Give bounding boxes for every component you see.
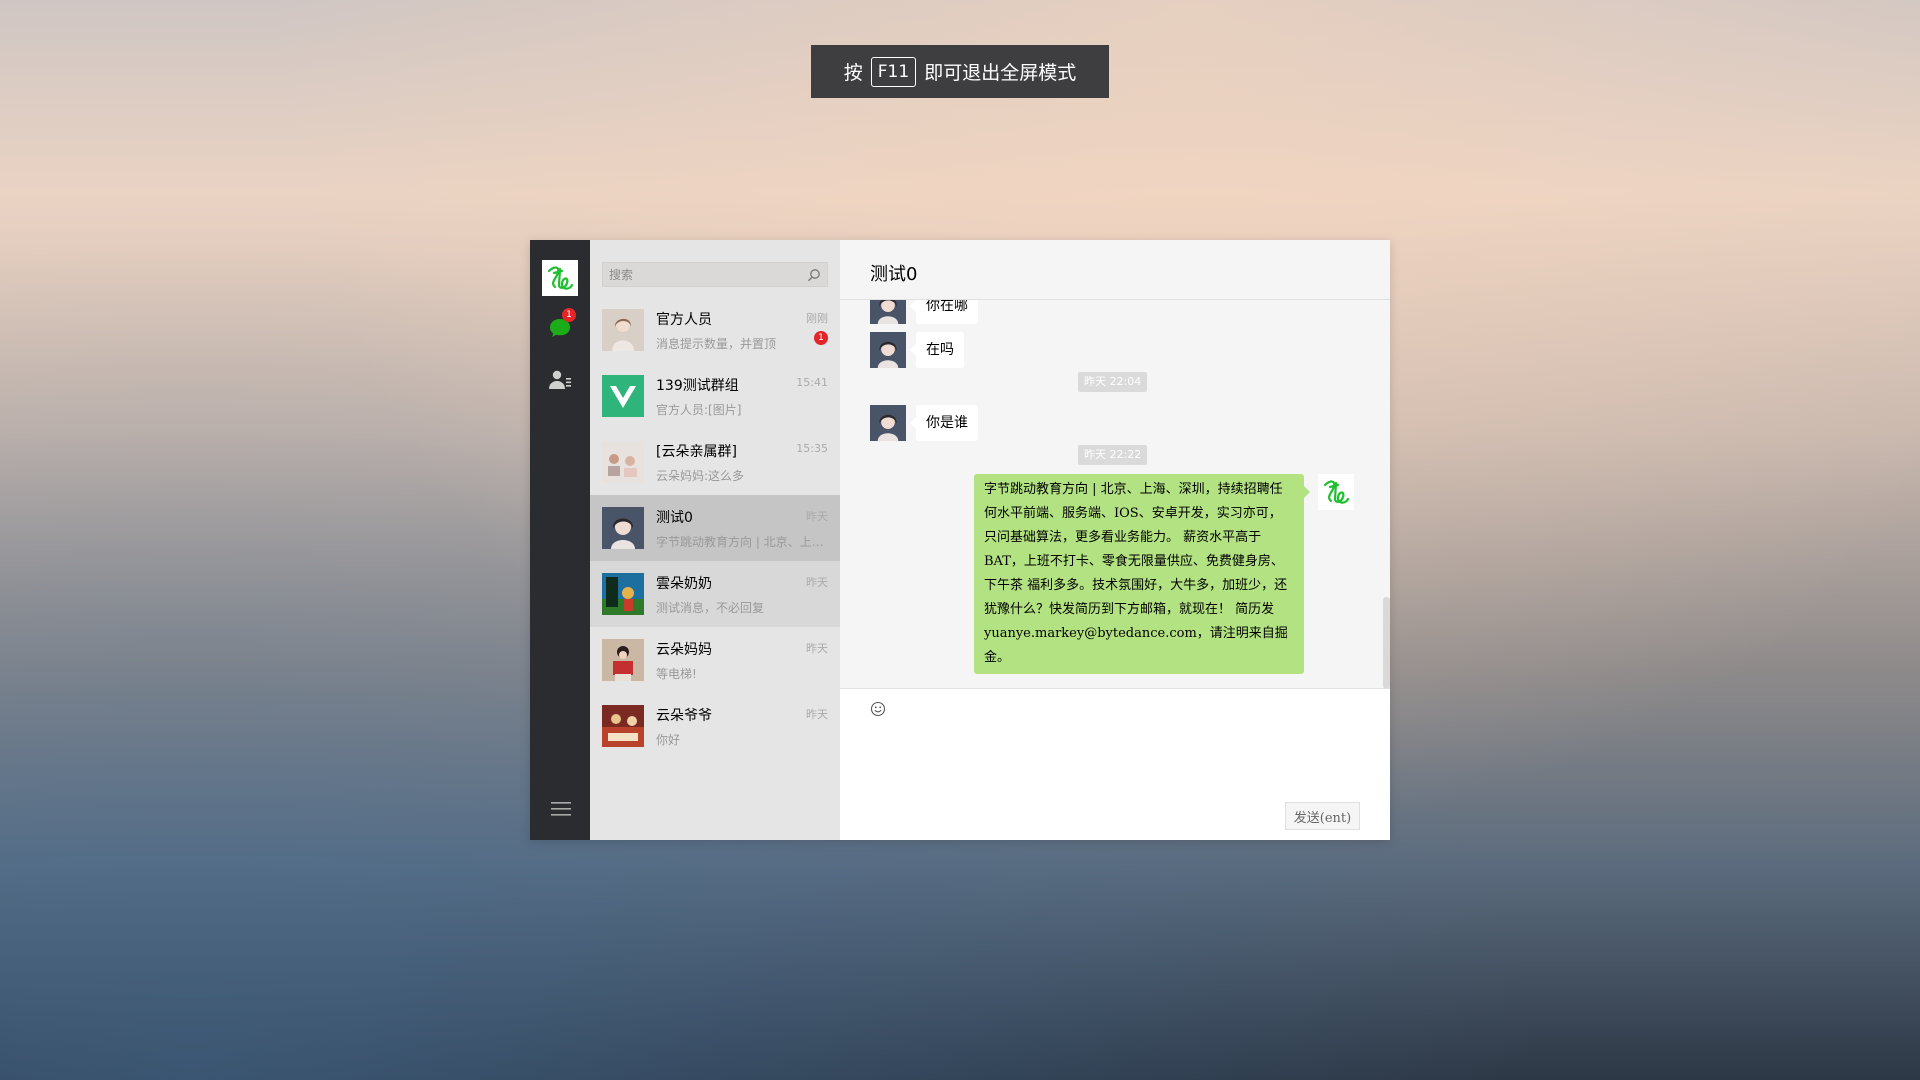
- toast-suffix: 即可退出全屏模式: [924, 62, 1077, 84]
- message-bubble: 在吗: [910, 332, 964, 368]
- search-box: [602, 262, 828, 287]
- search-icon[interactable]: [807, 268, 821, 282]
- chat-item-preview: 字节跳动教育方向 | 北京、上海、深圳，持续招聘: [656, 534, 828, 549]
- conversation-panel: 测试0 你在哪 在吗 昨天 22:04 你是谁 昨天 22:22 字节跳动教育方…: [840, 240, 1390, 840]
- toast-key: F11: [870, 56, 917, 87]
- emoji-icon: [870, 701, 886, 717]
- received-message: 在吗: [870, 332, 964, 368]
- vue-logo-avatar: [602, 375, 644, 417]
- chat-item-time: 15:41: [796, 376, 828, 389]
- chat-item-time: 刚刚: [806, 312, 828, 325]
- chat-list-item[interactable]: [云朵亲属群] 云朵妈妈:这么多 15:35: [590, 429, 840, 495]
- search-input[interactable]: [609, 267, 807, 282]
- chat-list-item[interactable]: 云朵爷爷 你好 昨天: [590, 693, 840, 759]
- received-message: 你是谁: [870, 405, 978, 441]
- contact-avatar: [602, 573, 644, 615]
- composer[interactable]: 发送(ent): [840, 689, 1390, 840]
- wechat-window: 1 搜索 官方人员 消息提示数量，并置顶 刚刚 1 139测试群组 官方人员:[…: [530, 240, 1390, 840]
- chat-item-preview: 测试消息，不必回复: [656, 600, 765, 615]
- chat-item-time: 昨天: [806, 510, 828, 523]
- received-message: 你在哪: [870, 300, 978, 324]
- signature-logo-icon: [547, 266, 574, 290]
- nav-rail: 1: [530, 240, 590, 840]
- chat-item-preview: 官方人员:[图片]: [656, 402, 742, 417]
- emoji-button[interactable]: [870, 701, 886, 721]
- chat-item-time: 15:35: [796, 442, 828, 455]
- send-button[interactable]: 发送(ent): [1285, 802, 1360, 830]
- chat-item-preview: 等电梯!: [656, 666, 697, 681]
- chat-item-time: 昨天: [806, 576, 828, 589]
- chat-list-item[interactable]: 雲朵奶奶 测试消息，不必回复 昨天: [590, 561, 840, 627]
- chat-list-item[interactable]: 云朵妈妈 等电梯! 昨天: [590, 627, 840, 693]
- chat-item-name: 云朵妈妈: [656, 641, 712, 658]
- conversation-header: 测试0: [840, 240, 1390, 300]
- timestamp-divider: 昨天 22:04: [1078, 372, 1148, 392]
- message-bubble: 你在哪: [910, 300, 978, 324]
- toast-prefix: 按: [843, 62, 863, 84]
- group-avatar: [602, 441, 644, 483]
- chat-item-name: 测试0: [656, 509, 693, 526]
- chat-item-time: 昨天: [806, 642, 828, 655]
- contact-avatar: [602, 507, 644, 549]
- sender-avatar[interactable]: [870, 405, 906, 441]
- chat-item-name: 云朵爷爷: [656, 707, 712, 724]
- message-scrollbar[interactable]: [1383, 597, 1390, 688]
- chat-item-body: 雲朵奶奶 测试消息，不必回复: [656, 573, 828, 616]
- chat-item-name: 雲朵奶奶: [656, 575, 712, 592]
- chat-item-preview: 你好: [656, 732, 681, 747]
- chat-item-time: 昨天: [806, 708, 828, 721]
- sent-message-bubble: 字节跳动教育方向 | 北京、上海、深圳，持续招聘任何水平前端、服务端、IOS、安…: [974, 474, 1310, 674]
- contacts-icon: [549, 370, 571, 389]
- menu-button[interactable]: [551, 801, 571, 820]
- chat-item-preview: 云朵妈妈:这么多: [656, 468, 745, 483]
- contact-avatar: [602, 705, 644, 747]
- nav-contacts[interactable]: [546, 366, 574, 394]
- fullscreen-exit-toast: 按 F11 即可退出全屏模式: [811, 45, 1109, 98]
- conversation-title: 测试0: [870, 263, 918, 285]
- signature-logo-icon: [1323, 480, 1350, 504]
- message-bubble: 你是谁: [910, 405, 978, 441]
- timestamp-divider: 昨天 22:22: [1078, 445, 1148, 465]
- chat-list-item-active[interactable]: 测试0 字节跳动教育方向 | 北京、上海、深圳，持续招聘 昨天: [590, 495, 840, 561]
- chat-item-name: 官方人员: [656, 311, 712, 328]
- chat-item-body: 测试0 字节跳动教育方向 | 北京、上海、深圳，持续招聘: [656, 507, 828, 550]
- chat-list-panel: 官方人员 消息提示数量，并置顶 刚刚 1 139测试群组 官方人员:[图片] 1…: [590, 240, 840, 840]
- chat-item-preview: 消息提示数量，并置顶: [656, 336, 777, 351]
- contact-avatar: [602, 309, 644, 351]
- message-list[interactable]: 你在哪 在吗 昨天 22:04 你是谁 昨天 22:22 字节跳动教育方向 | …: [840, 300, 1390, 689]
- chat-item-body: 官方人员 消息提示数量，并置顶: [656, 309, 828, 352]
- contact-avatar: [602, 639, 644, 681]
- unread-badge: 1: [814, 331, 828, 345]
- sent-message: 字节跳动教育方向 | 北京、上海、深圳，持续招聘任何水平前端、服务端、IOS、安…: [974, 474, 1354, 674]
- sender-avatar[interactable]: [870, 300, 906, 324]
- my-avatar-small[interactable]: [1318, 474, 1354, 510]
- chat-unread-badge: 1: [562, 308, 576, 322]
- sender-avatar[interactable]: [870, 332, 906, 368]
- chat-item-body: 云朵妈妈 等电梯!: [656, 639, 828, 682]
- chat-item-body: 云朵爷爷 你好: [656, 705, 828, 748]
- nav-chat[interactable]: 1: [546, 308, 576, 342]
- my-avatar[interactable]: [542, 260, 578, 296]
- chat-list-item[interactable]: 139测试群组 官方人员:[图片] 15:41: [590, 363, 840, 429]
- hamburger-menu-icon: [551, 802, 571, 816]
- chat-list-item[interactable]: 官方人员 消息提示数量，并置顶 刚刚 1: [590, 297, 840, 363]
